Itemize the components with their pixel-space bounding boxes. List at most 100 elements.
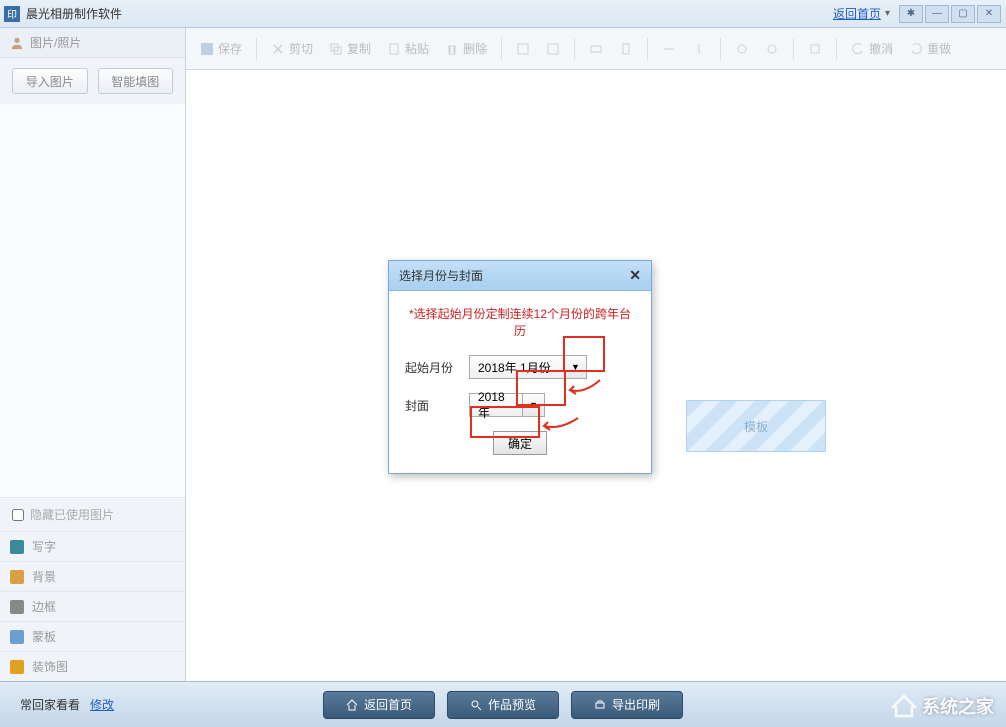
tool-3[interactable] <box>583 36 609 62</box>
sidebar-item-label: 装饰图 <box>32 658 68 675</box>
sidebar-item-label: 写字 <box>32 538 56 555</box>
dialog-close-button[interactable]: ✕ <box>629 267 641 284</box>
mask-icon <box>10 630 24 644</box>
cut-label: 剪切 <box>289 40 313 57</box>
star-icon <box>10 660 24 674</box>
maximize-button[interactable]: ▢ <box>951 5 975 23</box>
generic-icon <box>619 42 633 56</box>
cut-button[interactable]: 剪切 <box>265 36 319 62</box>
bottom-freq-label: 常回家看看 <box>20 696 80 713</box>
month-cover-dialog: 选择月份与封面 ✕ *选择起始月份定制连续12个月份的跨年台历 起始月份 201… <box>388 260 652 474</box>
paste-icon <box>387 42 401 56</box>
sidebar-photo-header[interactable]: 图片/照片 <box>0 28 185 58</box>
preview-icon <box>470 699 482 711</box>
bottom-export-button[interactable]: 导出印刷 <box>571 691 683 719</box>
hide-used-check-row[interactable]: 隐藏已使用图片 <box>0 497 185 531</box>
delete-label: 删除 <box>463 40 487 57</box>
back-home-link[interactable]: 返回首页 <box>833 5 881 22</box>
bottom-preview-label: 作品预览 <box>488 696 536 713</box>
tool-9[interactable] <box>802 36 828 62</box>
sidebar-item-background[interactable]: 背景 <box>0 561 185 591</box>
smart-fill-button[interactable]: 智能填图 <box>98 68 174 94</box>
import-image-button[interactable]: 导入图片 <box>12 68 88 94</box>
dialog-ok-button[interactable]: 确定 <box>493 431 547 455</box>
dialog-titlebar: 选择月份与封面 ✕ <box>389 261 651 291</box>
redo-label: 重做 <box>927 40 951 57</box>
close-button[interactable]: ✕ <box>977 5 1001 23</box>
paste-label: 粘贴 <box>405 40 429 57</box>
toolbar: 保存 剪切 复制 粘贴 删除 <box>186 28 1006 70</box>
export-icon <box>594 699 606 711</box>
tool-1[interactable] <box>510 36 536 62</box>
start-month-value: 2018年 1月份 <box>469 355 565 379</box>
app-icon: 印 <box>4 6 20 22</box>
cover-dropdown-arrow[interactable]: ▼ <box>523 393 545 417</box>
settings-button[interactable]: ✱ <box>899 5 923 23</box>
sidebar-item-decoration[interactable]: 装饰图 <box>0 651 185 681</box>
minimize-button[interactable]: — <box>925 5 949 23</box>
start-month-label: 起始月份 <box>405 359 469 376</box>
sidebar-photo-label: 图片/照片 <box>30 34 81 51</box>
paste-button[interactable]: 粘贴 <box>381 36 435 62</box>
tool-5[interactable] <box>656 36 682 62</box>
save-label: 保存 <box>218 40 242 57</box>
bottom-preview-button[interactable]: 作品预览 <box>447 691 559 719</box>
hide-used-checkbox[interactable] <box>12 509 24 521</box>
cover-select[interactable]: 2018年 ▼ <box>469 393 545 417</box>
bottom-export-label: 导出印刷 <box>612 696 660 713</box>
sidebar: 图片/照片 导入图片 智能填图 隐藏已使用图片 写字 背景 边框 蒙板 <box>0 28 186 681</box>
home-icon <box>346 699 358 711</box>
sidebar-item-text[interactable]: 写字 <box>0 531 185 561</box>
text-icon <box>10 540 24 554</box>
tool-6[interactable] <box>686 36 712 62</box>
watermark-text: 系统之家 <box>922 693 994 719</box>
cover-label: 封面 <box>405 397 469 414</box>
undo-button[interactable]: 撤消 <box>845 36 899 62</box>
sidebar-item-label: 背景 <box>32 568 56 585</box>
border-icon <box>10 600 24 614</box>
sidebar-image-list <box>0 104 185 497</box>
dialog-title: 选择月份与封面 <box>399 267 483 284</box>
copy-icon <box>329 42 343 56</box>
copy-button[interactable]: 复制 <box>323 36 377 62</box>
bottom-home-button[interactable]: 返回首页 <box>323 691 435 719</box>
save-icon <box>200 42 214 56</box>
tool-8[interactable] <box>759 36 785 62</box>
watermark: 系统之家 <box>890 693 994 719</box>
sidebar-item-label: 蒙板 <box>32 628 56 645</box>
sidebar-item-mask[interactable]: 蒙板 <box>0 621 185 651</box>
generic-icon <box>692 42 706 56</box>
generic-icon <box>589 42 603 56</box>
start-month-dropdown-arrow[interactable]: ▼ <box>565 355 587 379</box>
copy-label: 复制 <box>347 40 371 57</box>
sidebar-item-border[interactable]: 边框 <box>0 591 185 621</box>
bottombar: 常回家看看 修改 返回首页 作品预览 导出印刷 <box>0 681 1006 727</box>
house-icon <box>890 694 918 718</box>
titlebar: 印 晨光相册制作软件 返回首页 ▾ ✱ — ▢ ✕ <box>0 0 1006 28</box>
redo-button[interactable]: 重做 <box>903 36 957 62</box>
redo-icon <box>909 42 923 56</box>
bottom-home-label: 返回首页 <box>364 696 412 713</box>
tool-2[interactable] <box>540 36 566 62</box>
generic-icon <box>546 42 560 56</box>
chevron-down-icon[interactable]: ▾ <box>885 8 890 19</box>
template-placeholder[interactable]: 模板 <box>686 400 826 452</box>
undo-label: 撤消 <box>869 40 893 57</box>
generic-icon <box>735 42 749 56</box>
trash-icon <box>445 42 459 56</box>
generic-icon <box>808 42 822 56</box>
generic-icon <box>662 42 676 56</box>
tool-7[interactable] <box>729 36 755 62</box>
cut-icon <box>271 42 285 56</box>
hide-used-label: 隐藏已使用图片 <box>30 506 114 523</box>
bottom-modify-link[interactable]: 修改 <box>90 696 114 713</box>
dialog-hint: *选择起始月份定制连续12个月份的跨年台历 <box>405 305 635 339</box>
tool-4[interactable] <box>613 36 639 62</box>
start-month-select[interactable]: 2018年 1月份 ▼ <box>469 355 587 379</box>
person-icon <box>10 36 24 50</box>
cover-value: 2018年 <box>469 393 523 417</box>
app-title: 晨光相册制作软件 <box>26 5 122 22</box>
generic-icon <box>765 42 779 56</box>
delete-button[interactable]: 删除 <box>439 36 493 62</box>
save-button[interactable]: 保存 <box>194 36 248 62</box>
